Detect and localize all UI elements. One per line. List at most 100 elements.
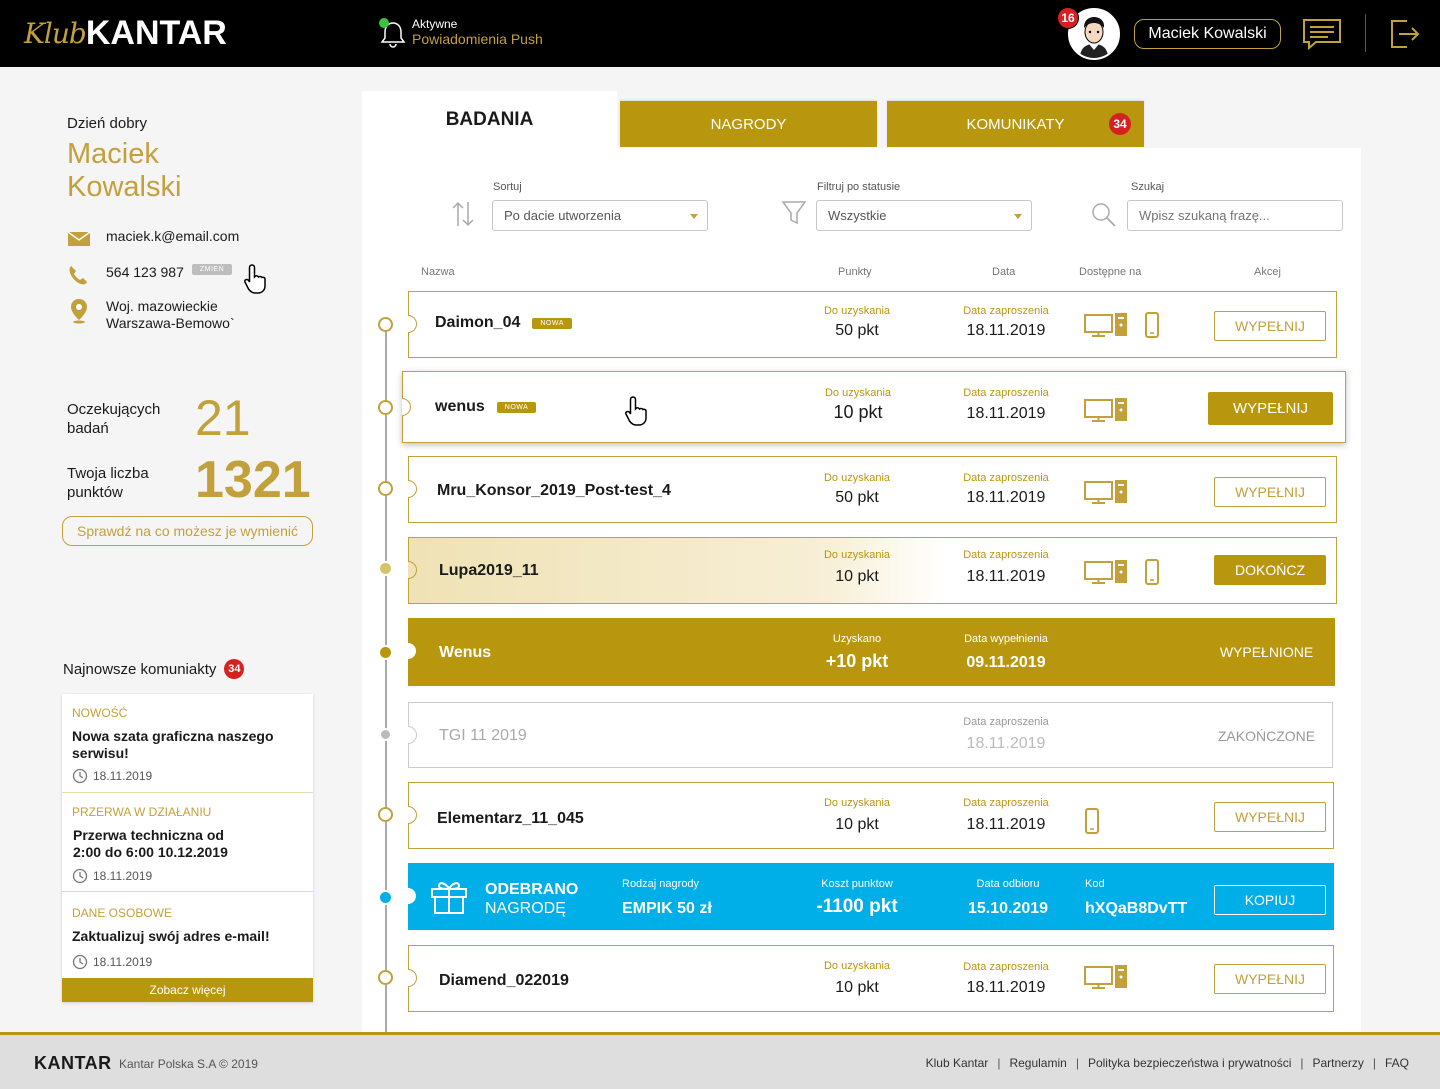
date-label: Data zaproszenia	[963, 472, 1049, 484]
news-item[interactable]: NOWOŚĆ Nowa szata graficzna naszego serw…	[62, 694, 313, 793]
news-header: Najnowsze komuniakty 34	[63, 659, 245, 679]
completed-status: WYPEŁNIONE	[1219, 644, 1314, 660]
cost-value: -1100 pkt	[816, 896, 898, 917]
sort-label: Sortuj	[493, 181, 522, 193]
news-item[interactable]: PRZERWA W DZIAŁANIU Przerwa techniczna o…	[62, 793, 313, 892]
news-headline: Przerwa techniczna od 2:00 do 6:00 10.12…	[73, 827, 228, 861]
points-value: 50 pkt	[835, 489, 879, 506]
fill-survey-button[interactable]: WYPEŁNIJ	[1214, 477, 1326, 507]
search-icon	[1091, 202, 1117, 233]
desktop-icon	[1084, 398, 1127, 422]
timeline-dot	[378, 317, 393, 332]
points-label-line1: Twoja liczba	[67, 465, 149, 482]
fill-survey-button[interactable]: WYPEŁNIJ	[1208, 392, 1333, 425]
date-value: 18.11.2019	[966, 405, 1046, 422]
new-badge: NOWA	[496, 401, 537, 413]
footer-link-partners[interactable]: Partnerzy	[1313, 1056, 1364, 1070]
timeline-dot-ended	[379, 728, 392, 741]
points-value: +10 pkt	[825, 651, 889, 671]
status-filter-value: Wszystkie	[828, 208, 887, 223]
push-status: Aktywne	[412, 17, 458, 31]
profile-first-name: Maciek	[67, 138, 159, 170]
news-date: 18.11.2019	[72, 768, 152, 784]
tab-nagrody[interactable]: NAGRODY	[620, 101, 877, 147]
filter-funnel-icon	[781, 199, 807, 232]
cost-label: Koszt punktow	[821, 878, 893, 890]
status-filter-select[interactable]: Wszystkie	[816, 200, 1032, 231]
profile-name: Maciek Kowalski	[67, 138, 181, 204]
news-headline-line1: Nowa szata graficzna naszego	[72, 728, 274, 744]
code-value: hXQaB8DvTT	[1085, 900, 1188, 917]
push-notifications-toggle[interactable]: Aktywne Powiadomienia Push	[378, 16, 543, 48]
col-date: Data	[992, 266, 1016, 278]
phone-icon	[67, 264, 93, 286]
news-category: DANE OSOBOWE	[72, 906, 173, 920]
see-more-button[interactable]: Zobacz więcej	[62, 978, 313, 1002]
survey-name-text: Daimon_04	[435, 314, 521, 331]
fill-survey-button[interactable]: WYPEŁNIJ	[1214, 802, 1326, 832]
pending-label-line1: Oczekujących	[67, 401, 161, 418]
survey-row-hover[interactable]: wenus NOWA Do uzyskania 10 pkt Data zapro…	[402, 371, 1346, 443]
row-notch	[408, 969, 417, 987]
logo-kantar-text: KANTAR	[85, 14, 227, 52]
mobile-icon	[1145, 559, 1159, 585]
survey-row-in-progress[interactable]: Lupa2019_11 Do uzyskania 10 pkt Data zap…	[408, 537, 1337, 604]
survey-name-text: wenus	[435, 398, 485, 415]
survey-row[interactable]: Diamend_022019 Do uzyskania 10 pkt Data …	[408, 945, 1334, 1012]
news-headline: Zaktualizuj swój adres e-mail!	[72, 928, 270, 945]
timeline-dot	[378, 400, 393, 415]
finish-survey-button[interactable]: DOKOŃCZ	[1214, 555, 1326, 585]
footer-link-regulamin[interactable]: Regulamin	[1009, 1056, 1066, 1070]
code-label: Kod	[1085, 878, 1105, 890]
date-label: Data zaproszenia	[963, 387, 1049, 399]
gift-icon	[431, 882, 467, 914]
phone-text: 564 123 987	[106, 264, 184, 280]
date-value: 18.11.2019	[966, 489, 1046, 506]
address-row: Woj. mazowieckie Warszawa-Bemowo`	[67, 298, 235, 332]
ended-status: ZAKOŃCZONE	[1217, 728, 1316, 744]
news-category: NOWOŚĆ	[72, 706, 128, 720]
copy-code-button[interactable]: KOPIUJ	[1214, 885, 1326, 915]
footer-links: Klub Kantar | Regulamin | Polityka bezpiec…	[925, 1056, 1409, 1070]
fill-survey-button[interactable]: WYPEŁNIJ	[1214, 964, 1326, 994]
points-label: Do uzyskania	[824, 387, 892, 399]
date-label: Data zaproszenia	[963, 716, 1049, 728]
points-label: Do uzyskania	[823, 305, 891, 317]
timeline-dot-in-progress	[378, 561, 393, 576]
logout-icon[interactable]	[1389, 18, 1421, 50]
chevron-down-icon	[690, 214, 698, 219]
pointer-cursor-icon	[625, 396, 647, 426]
points-value: 10 pkt	[835, 568, 879, 585]
date-value: 09.11.2019	[966, 654, 1046, 671]
user-name-button[interactable]: Maciek Kowalski	[1134, 19, 1281, 49]
sort-select[interactable]: Po dacie utworzenia	[492, 200, 708, 231]
survey-row[interactable]: Daimon_04 NOWA Do uzyskania 50 pkt Data z…	[408, 291, 1337, 358]
footer-link-faq[interactable]: FAQ	[1385, 1056, 1409, 1070]
date-value: 18.11.2019	[966, 322, 1046, 339]
survey-row[interactable]: Mru_Konsor_2019_Post-test_4 Do uzyskania…	[408, 456, 1337, 523]
komunikaty-badge: 34	[1109, 113, 1131, 135]
search-input[interactable]	[1127, 200, 1343, 231]
messages-icon[interactable]	[1302, 18, 1342, 51]
timeline-dot	[378, 807, 393, 822]
pickup-date-value: 15.10.2019	[967, 900, 1049, 917]
news-headline-line1: Przerwa techniczna od	[73, 827, 224, 843]
date-value: 18.11.2019	[966, 979, 1046, 996]
fill-survey-button[interactable]: WYPEŁNIJ	[1214, 311, 1326, 341]
footer-link-privacy[interactable]: Polityka bezpieczeństwa i prywatności	[1088, 1056, 1291, 1070]
club-logo[interactable]: Klub KANTAR	[24, 14, 227, 52]
col-available: Dostępne na	[1079, 266, 1142, 278]
news-item[interactable]: DANE OSOBOWE Zaktualizuj swój adres e-ma…	[62, 892, 313, 978]
tab-komunikaty[interactable]: KOMUNIKATY 34	[887, 101, 1144, 147]
survey-row[interactable]: Elementarz_11_045 Do uzyskania 10 pkt Da…	[408, 782, 1334, 849]
tab-badania[interactable]: BADANIA	[362, 91, 617, 149]
clock-icon	[72, 868, 88, 884]
clock-icon	[72, 954, 88, 970]
check-rewards-button[interactable]: Sprawdź na co możesz je wymienić	[62, 516, 313, 546]
mobile-icon	[1085, 808, 1099, 834]
change-phone-button[interactable]: ZMIEŃ	[191, 264, 233, 275]
desktop-icon	[1084, 313, 1127, 337]
date-label: Data zaproszenia	[963, 549, 1049, 561]
reward-title-line2: NAGRODĘ	[485, 900, 566, 917]
footer-link-klub[interactable]: Klub Kantar	[926, 1056, 989, 1070]
